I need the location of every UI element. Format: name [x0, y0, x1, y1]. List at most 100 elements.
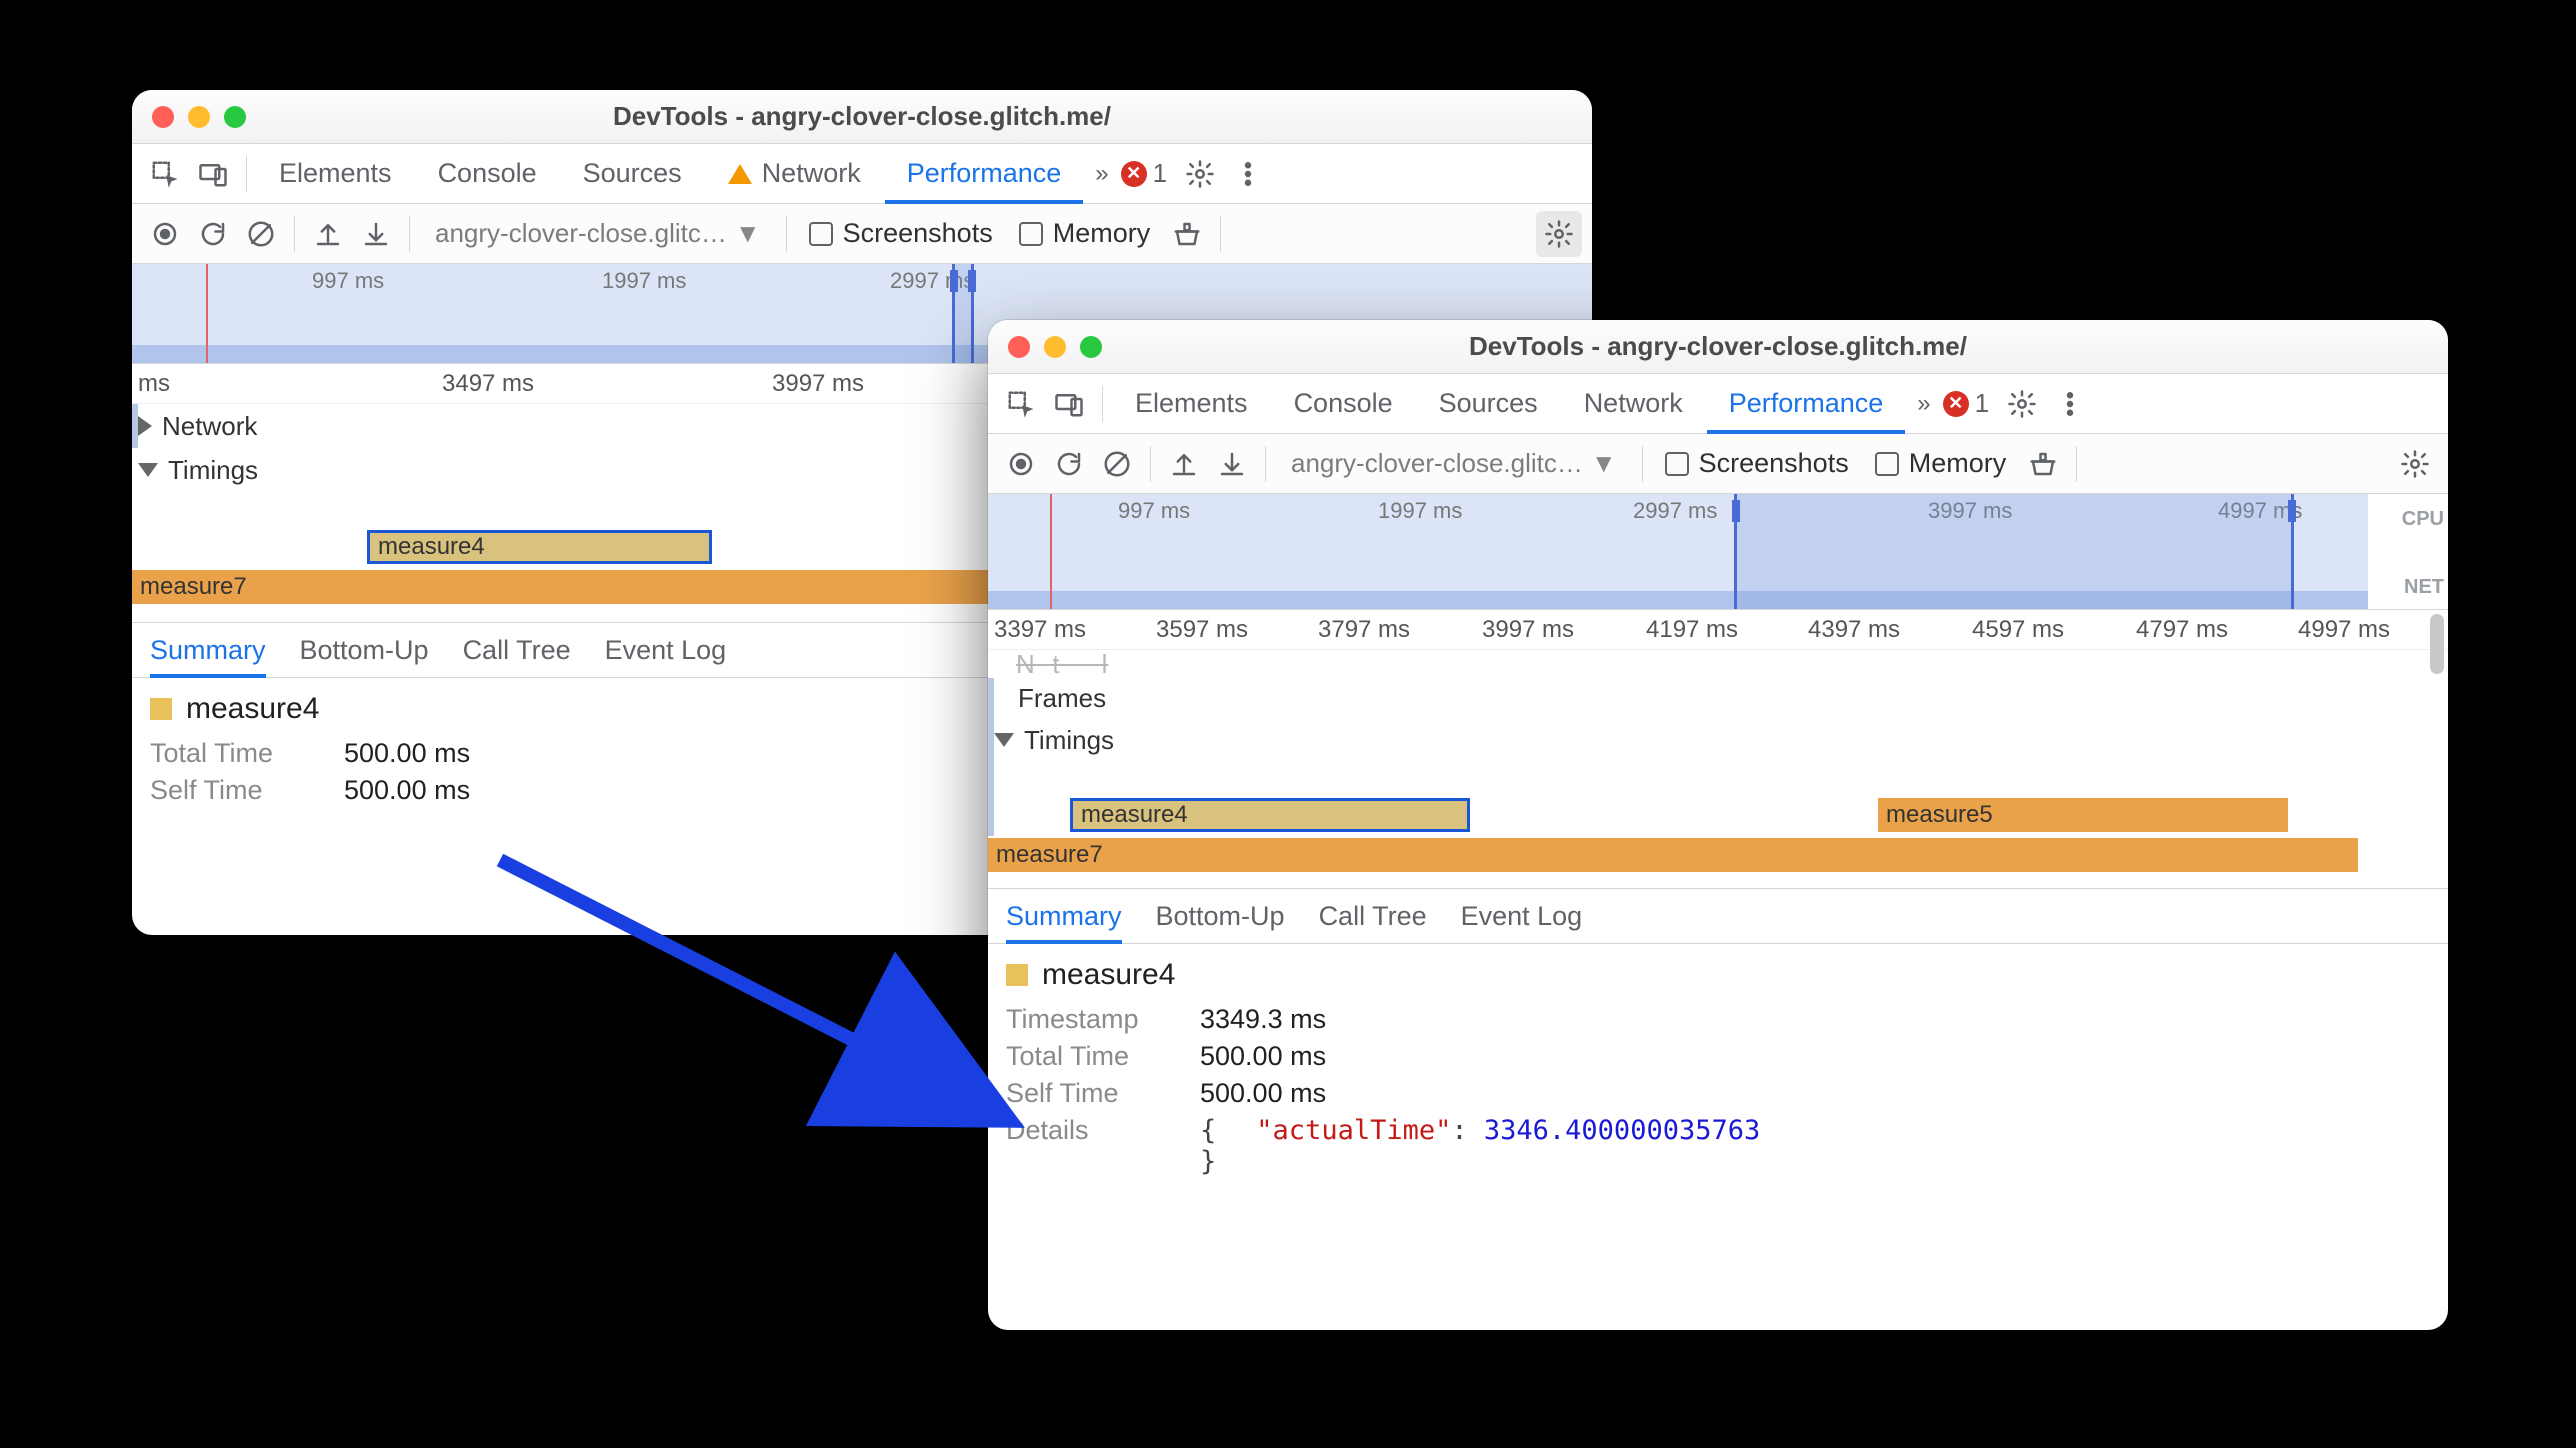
more-tabs-icon[interactable]: »	[1907, 390, 1940, 418]
checkbox-icon	[1665, 452, 1689, 476]
inspect-element-icon[interactable]	[998, 381, 1044, 427]
track-frames[interactable]: Frames	[988, 678, 2448, 718]
details-tabstrip: Summary Bottom-Up Call Tree Event Log	[988, 888, 2448, 944]
minimize-window-icon[interactable]	[188, 106, 210, 128]
garbage-collect-icon[interactable]	[1164, 211, 1210, 257]
performance-toolbar: angry-clover-close.glitc… ▼ Screenshots …	[132, 204, 1592, 264]
profile-selector[interactable]: angry-clover-close.glitc… ▼	[1276, 445, 1632, 482]
titlebar: DevTools - angry-clover-close.glitch.me/	[988, 320, 2448, 374]
device-toggle-icon[interactable]	[1046, 381, 1092, 427]
window-traffic-lights[interactable]	[152, 90, 246, 143]
memory-checkbox[interactable]: Memory	[1875, 448, 2007, 479]
tab-bottom-up[interactable]: Bottom-Up	[1156, 888, 1285, 944]
timing-lane[interactable]: measure7	[988, 836, 2448, 876]
tab-summary[interactable]: Summary	[150, 622, 266, 678]
tab-elements[interactable]: Elements	[257, 144, 414, 204]
error-icon: ✕	[1943, 391, 1969, 417]
tab-summary[interactable]: Summary	[1006, 888, 1122, 944]
tab-call-tree[interactable]: Call Tree	[1319, 888, 1427, 944]
window-title: DevTools - angry-clover-close.glitch.me/	[132, 101, 1592, 132]
overview-selection[interactable]	[1734, 494, 2294, 609]
disclosure-down-icon	[138, 463, 158, 477]
ruler-unit: ms	[138, 370, 170, 398]
upload-icon[interactable]	[305, 211, 351, 257]
devtools-window-b: DevTools - angry-clover-close.glitch.me/…	[988, 320, 2448, 1330]
chevron-down-icon: ▼	[1591, 448, 1617, 479]
memory-checkbox[interactable]: Memory	[1019, 218, 1151, 249]
timing-lane[interactable]: measure4 measure5	[988, 796, 2448, 836]
overview-strip[interactable]: 997 ms 1997 ms 2997 ms 3997 ms 4997 ms C…	[988, 494, 2448, 610]
track-timings[interactable]: Timings	[988, 718, 2448, 762]
clear-icon[interactable]	[1094, 441, 1140, 487]
tab-event-log[interactable]: Event Log	[605, 622, 727, 678]
upload-icon[interactable]	[1161, 441, 1207, 487]
warning-icon	[728, 164, 752, 184]
capture-settings-icon[interactable]	[1536, 211, 1582, 257]
profile-selector[interactable]: angry-clover-close.glitc… ▼	[420, 215, 776, 252]
color-swatch-icon	[1006, 964, 1028, 986]
segment-measure4[interactable]: measure4	[1070, 798, 1470, 832]
window-title: DevTools - angry-clover-close.glitch.me/	[988, 331, 2448, 362]
reload-icon[interactable]	[1046, 441, 1092, 487]
reload-icon[interactable]	[190, 211, 236, 257]
summary-pane: measure4 Timestamp 3349.3 ms Total Time …	[988, 944, 2448, 1207]
detail-row: Total Time 500.00 ms	[1006, 1041, 2430, 1072]
zoom-window-icon[interactable]	[224, 106, 246, 128]
main-tabstrip: Elements Console Sources Network Perform…	[988, 374, 2448, 434]
tab-event-log[interactable]: Event Log	[1461, 888, 1583, 944]
close-window-icon[interactable]	[152, 106, 174, 128]
record-icon[interactable]	[998, 441, 1044, 487]
settings-icon[interactable]	[1177, 151, 1223, 197]
download-icon[interactable]	[353, 211, 399, 257]
zoom-window-icon[interactable]	[1080, 336, 1102, 358]
segment-measure7[interactable]: measure7	[988, 838, 2358, 872]
checkbox-icon	[1019, 222, 1043, 246]
disclosure-down-icon	[994, 733, 1014, 747]
net-label: NET	[2404, 576, 2444, 599]
tab-elements[interactable]: Elements	[1113, 374, 1270, 434]
error-count[interactable]: ✕ 1	[1943, 388, 1989, 419]
detail-row: Self Time 500.00 ms	[1006, 1078, 2430, 1109]
garbage-collect-icon[interactable]	[2020, 441, 2066, 487]
close-window-icon[interactable]	[1008, 336, 1030, 358]
tab-call-tree[interactable]: Call Tree	[463, 622, 571, 678]
tab-bottom-up[interactable]: Bottom-Up	[300, 622, 429, 678]
settings-icon[interactable]	[1999, 381, 2045, 427]
error-count[interactable]: ✕ 1	[1121, 158, 1167, 189]
error-icon: ✕	[1121, 161, 1147, 187]
main-tabstrip: Elements Console Sources Network Perform…	[132, 144, 1592, 204]
kebab-menu-icon[interactable]	[2047, 381, 2093, 427]
inspect-element-icon[interactable]	[142, 151, 188, 197]
tab-performance[interactable]: Performance	[1707, 374, 1906, 434]
color-swatch-icon	[150, 698, 172, 720]
detail-row-details: Details { "actualTime": 3346.40000003576…	[1006, 1115, 2430, 1177]
performance-toolbar: angry-clover-close.glitc… ▼ Screenshots …	[988, 434, 2448, 494]
tab-network[interactable]: Network	[1562, 374, 1705, 434]
tab-sources[interactable]: Sources	[561, 144, 704, 204]
tab-console[interactable]: Console	[416, 144, 559, 204]
minimize-window-icon[interactable]	[1044, 336, 1066, 358]
track-network-partial: N t l	[988, 650, 2448, 678]
tab-console[interactable]: Console	[1272, 374, 1415, 434]
scrollbar-thumb[interactable]	[2430, 614, 2444, 674]
tab-network[interactable]: Network	[706, 144, 883, 204]
screenshots-checkbox[interactable]: Screenshots	[1665, 448, 1849, 479]
capture-settings-icon[interactable]	[2392, 441, 2438, 487]
segment-measure4[interactable]: measure4	[367, 530, 712, 564]
screenshots-checkbox[interactable]: Screenshots	[809, 218, 993, 249]
overview-selection[interactable]	[952, 264, 974, 363]
checkbox-icon	[809, 222, 833, 246]
device-toggle-icon[interactable]	[190, 151, 236, 197]
more-tabs-icon[interactable]: »	[1085, 160, 1118, 188]
chevron-down-icon: ▼	[735, 218, 761, 249]
kebab-menu-icon[interactable]	[1225, 151, 1271, 197]
tab-sources[interactable]: Sources	[1417, 374, 1560, 434]
clear-icon[interactable]	[238, 211, 284, 257]
disclosure-right-icon	[138, 416, 152, 436]
record-icon[interactable]	[142, 211, 188, 257]
tab-performance[interactable]: Performance	[885, 144, 1084, 204]
window-traffic-lights[interactable]	[1008, 320, 1102, 373]
time-ruler[interactable]: 3397 ms 3597 ms 3797 ms 3997 ms 4197 ms …	[988, 610, 2448, 650]
download-icon[interactable]	[1209, 441, 1255, 487]
segment-measure5[interactable]: measure5	[1878, 798, 2288, 832]
